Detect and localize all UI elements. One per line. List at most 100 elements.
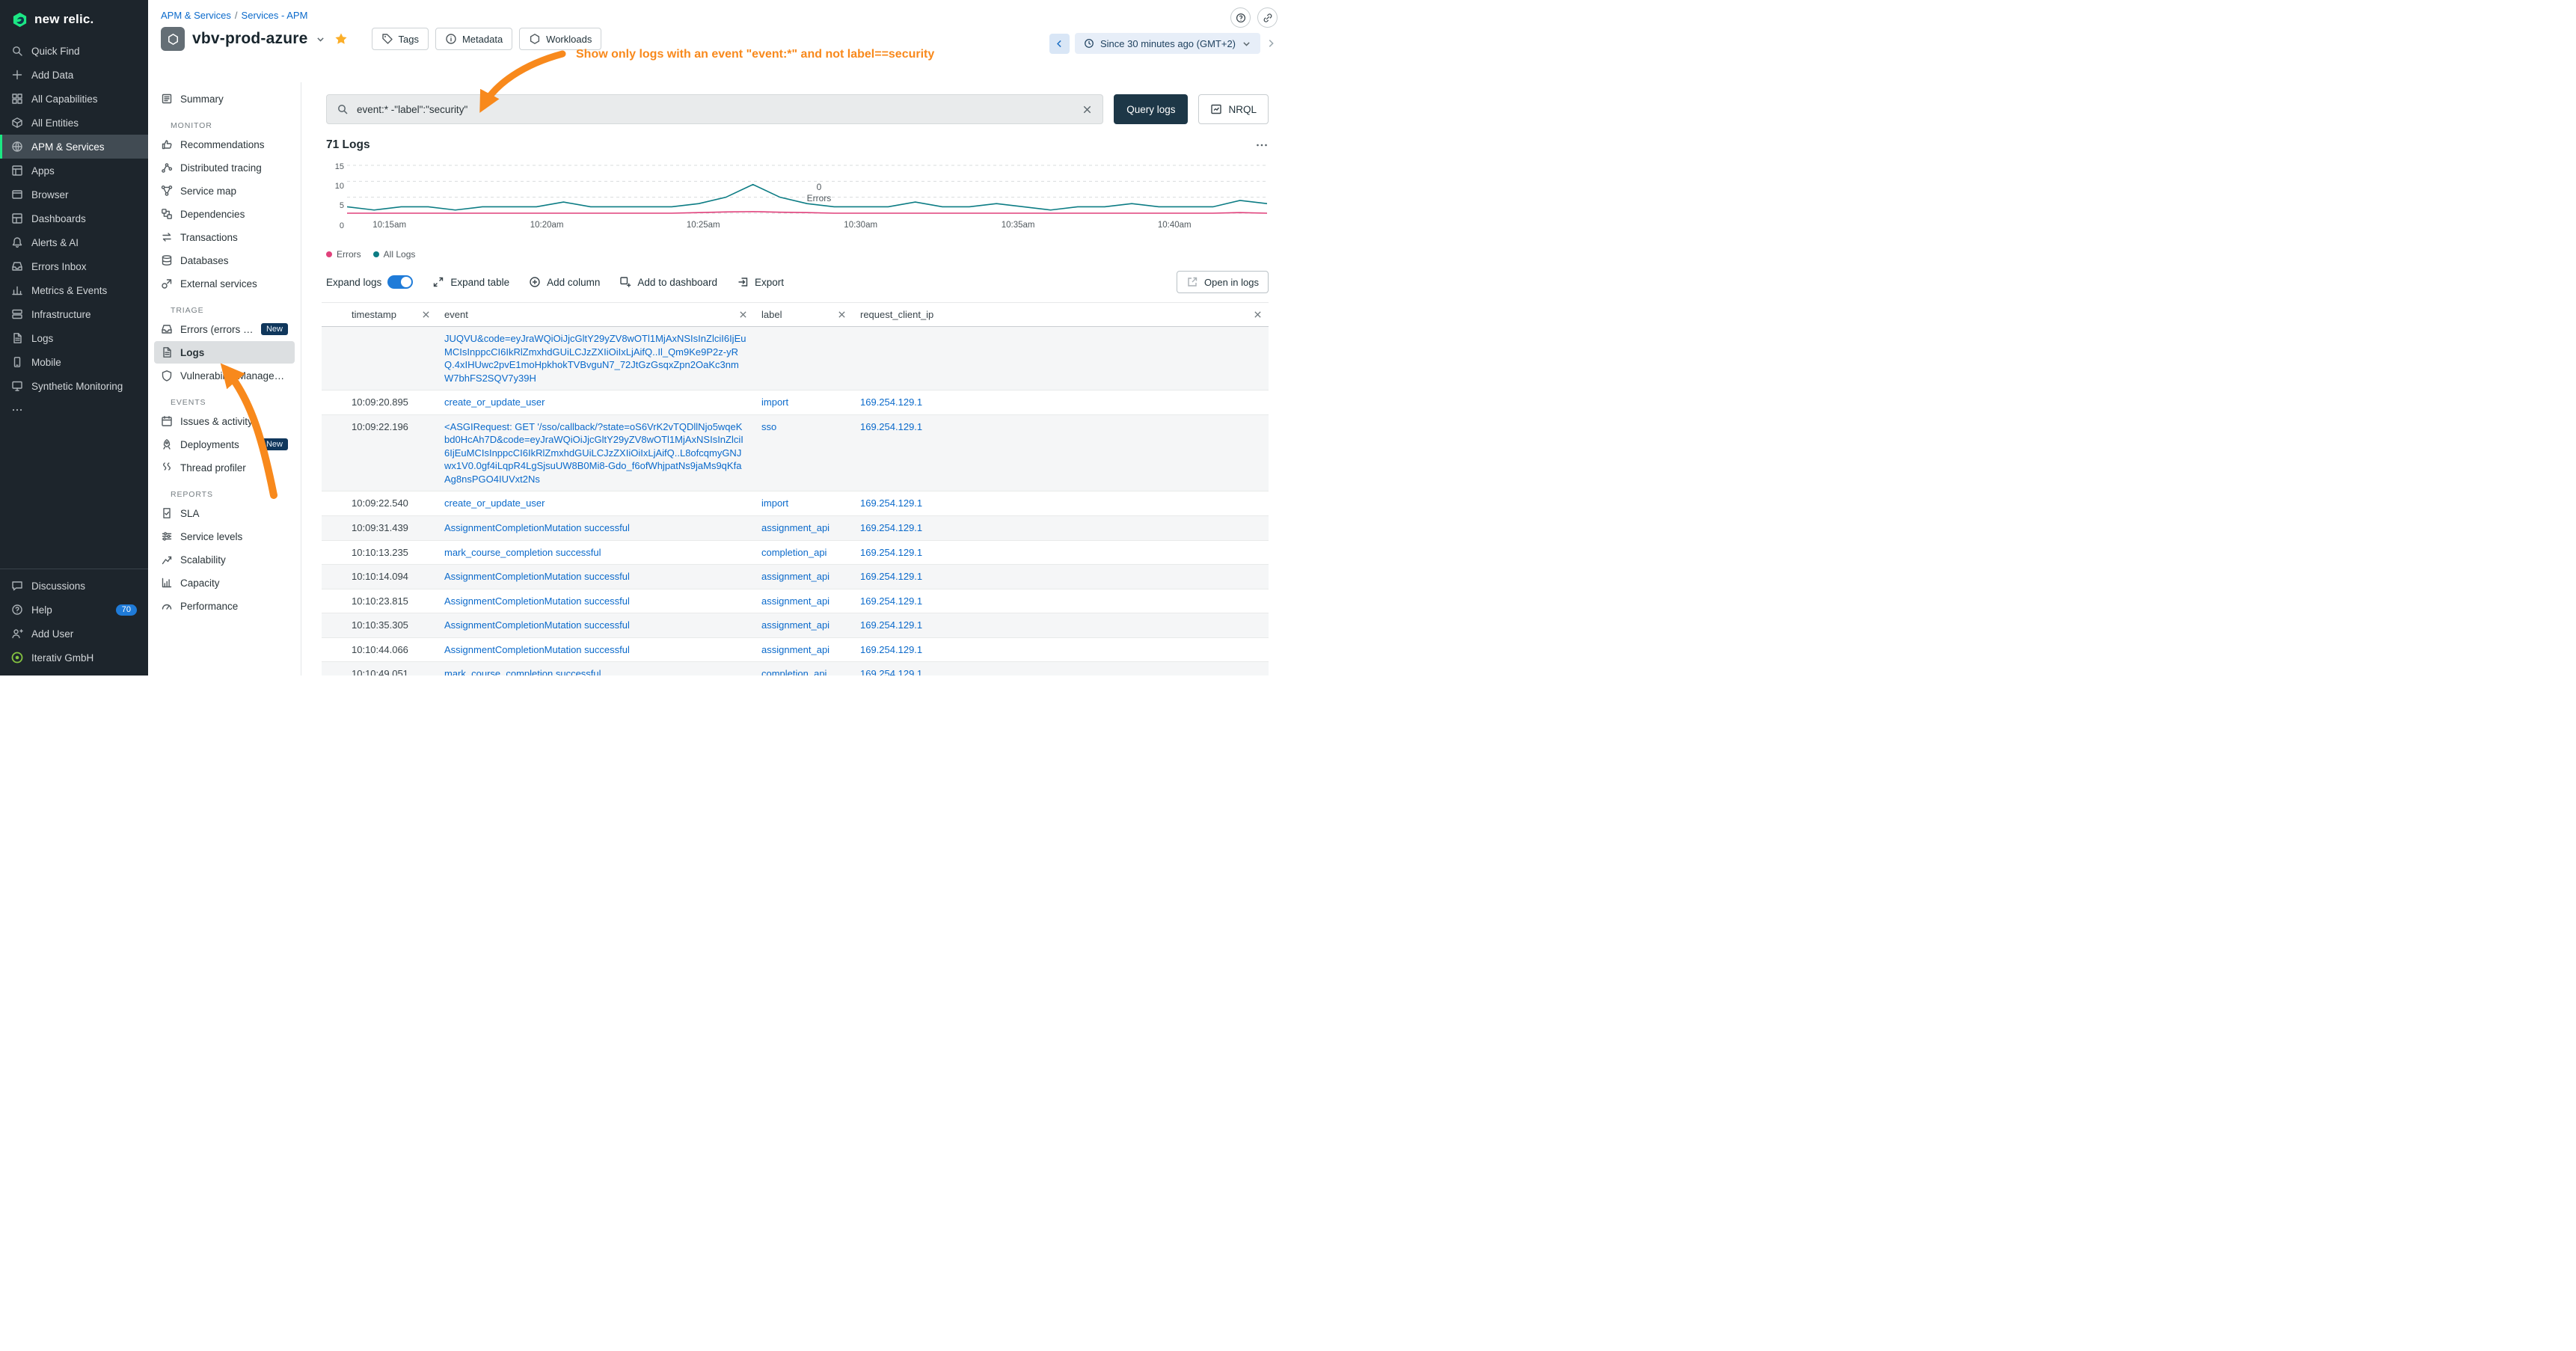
- cell-event[interactable]: AssignmentCompletionMutation successful: [437, 589, 754, 613]
- sidebar-item-add-data[interactable]: Add Data: [0, 63, 148, 87]
- table-row[interactable]: 10:10:14.094AssignmentCompletionMutation…: [322, 565, 1269, 589]
- cell-event[interactable]: create_or_update_user: [437, 390, 754, 414]
- cell-event[interactable]: create_or_update_user: [437, 491, 754, 515]
- sidebar-item-apm-services[interactable]: APM & Services: [0, 135, 148, 159]
- cell-label[interactable]: import: [754, 491, 853, 515]
- entity-nav-item-transactions[interactable]: Transactions: [154, 226, 295, 248]
- sidebar-item-help[interactable]: Help70: [0, 598, 148, 622]
- cell-request-client-ip[interactable]: 169.254.129.1: [853, 589, 1269, 613]
- entity-nav-item-thread-profiler[interactable]: Thread profiler: [154, 456, 295, 479]
- cell-event[interactable]: AssignmentCompletionMutation successful: [437, 565, 754, 589]
- sidebar-item-metrics-events[interactable]: Metrics & Events: [0, 278, 148, 302]
- header-event[interactable]: event: [437, 303, 754, 326]
- cell-event[interactable]: mark_course_completion successful: [437, 541, 754, 565]
- cell-label[interactable]: assignment_api: [754, 565, 853, 589]
- entity-nav-item-dependencies[interactable]: Dependencies: [154, 203, 295, 225]
- entity-nav-item-deployments[interactable]: DeploymentsNew: [154, 433, 295, 456]
- cell-event[interactable]: AssignmentCompletionMutation successful: [437, 638, 754, 662]
- legend-item-all-logs[interactable]: All Logs: [373, 249, 416, 260]
- cell-event[interactable]: JUQVU&code=eyJraWQiOiJjcGltY29yZV8wOTl1M…: [437, 327, 754, 390]
- entity-dropdown-chevron-icon[interactable]: [316, 34, 325, 44]
- cell-request-client-ip[interactable]: 169.254.129.1: [853, 491, 1269, 515]
- table-row[interactable]: 10:10:23.815AssignmentCompletionMutation…: [322, 589, 1269, 614]
- entity-nav-item-recommendations[interactable]: Recommendations: [154, 133, 295, 156]
- row-select-cell[interactable]: [322, 516, 344, 540]
- sidebar-item-mobile[interactable]: Mobile: [0, 350, 148, 374]
- expand-logs-toggle[interactable]: [387, 275, 413, 289]
- table-row[interactable]: 10:10:44.066AssignmentCompletionMutation…: [322, 638, 1269, 663]
- row-select-cell[interactable]: [322, 390, 344, 414]
- brand-logo[interactable]: new relic.: [0, 0, 148, 39]
- entity-nav-item-errors-errors-inb[interactable]: Errors (errors inb...New: [154, 318, 295, 340]
- cell-label[interactable]: assignment_api: [754, 638, 853, 662]
- table-row[interactable]: 10:09:20.895create_or_update_userimport1…: [322, 390, 1269, 415]
- sidebar-item-add-user[interactable]: Add User: [0, 622, 148, 646]
- expand-table-button[interactable]: Expand table: [432, 276, 509, 288]
- entity-nav-item-issues-activity[interactable]: Issues & activity: [154, 410, 295, 432]
- entity-nav-item-service-map[interactable]: Service map: [154, 180, 295, 202]
- breadcrumb-services-apm[interactable]: Services - APM: [242, 10, 308, 21]
- table-row[interactable]: 10:10:49.051mark_course_completion succe…: [322, 662, 1269, 676]
- header-request-client-ip[interactable]: request_client_ip: [853, 303, 1269, 326]
- cell-label[interactable]: sso: [754, 415, 853, 491]
- sidebar-item-more[interactable]: [0, 398, 148, 422]
- row-select-cell[interactable]: [322, 491, 344, 515]
- metadata-button[interactable]: Metadata: [435, 28, 512, 50]
- sidebar-item-infrastructure[interactable]: Infrastructure: [0, 302, 148, 326]
- cell-label[interactable]: assignment_api: [754, 516, 853, 540]
- cell-event[interactable]: <ASGIRequest: GET '/sso/callback/?state=…: [437, 415, 754, 491]
- row-select-cell[interactable]: [322, 565, 344, 589]
- table-row[interactable]: 10:09:22.196<ASGIRequest: GET '/sso/call…: [322, 415, 1269, 492]
- entity-nav-item-databases[interactable]: Databases: [154, 249, 295, 272]
- cell-label[interactable]: import: [754, 390, 853, 414]
- entity-nav-item-capacity[interactable]: Capacity: [154, 572, 295, 594]
- sidebar-item-apps[interactable]: Apps: [0, 159, 148, 183]
- sidebar-item-all-entities[interactable]: All Entities: [0, 111, 148, 135]
- legend-item-errors[interactable]: Errors: [326, 249, 361, 260]
- table-row[interactable]: 10:10:35.305AssignmentCompletionMutation…: [322, 613, 1269, 638]
- cell-label[interactable]: assignment_api: [754, 613, 853, 637]
- cell-request-client-ip[interactable]: [853, 327, 1269, 390]
- entity-nav-item-external-services[interactable]: External services: [154, 272, 295, 295]
- cell-label[interactable]: completion_api: [754, 541, 853, 565]
- remove-request-client-ip-column-icon[interactable]: [1253, 310, 1263, 319]
- entity-nav-item-distributed-tracing[interactable]: Distributed tracing: [154, 156, 295, 179]
- add-to-dashboard-button[interactable]: Add to dashboard: [619, 276, 717, 288]
- table-row[interactable]: 10:10:13.235mark_course_completion succe…: [322, 541, 1269, 566]
- cell-label[interactable]: completion_api: [754, 662, 853, 676]
- open-in-logs-button[interactable]: Open in logs: [1177, 271, 1269, 293]
- sidebar-item-quick-find[interactable]: Quick Find: [0, 39, 148, 63]
- cell-request-client-ip[interactable]: 169.254.129.1: [853, 541, 1269, 565]
- favorite-star-icon[interactable]: [334, 32, 348, 46]
- add-column-button[interactable]: Add column: [529, 276, 600, 288]
- entity-nav-item-logs[interactable]: Logs: [154, 341, 295, 364]
- entity-nav-item-summary[interactable]: Summary: [154, 88, 295, 110]
- remove-timestamp-column-icon[interactable]: [421, 310, 431, 319]
- cell-event[interactable]: mark_course_completion successful: [437, 662, 754, 676]
- cell-label[interactable]: assignment_api: [754, 589, 853, 613]
- more-options-icon[interactable]: [1255, 138, 1269, 152]
- sidebar-item-synthetic-monitoring[interactable]: Synthetic Monitoring: [0, 374, 148, 398]
- export-button[interactable]: Export: [737, 276, 784, 288]
- row-select-cell[interactable]: [322, 613, 344, 637]
- time-forward-button[interactable]: [1266, 38, 1276, 49]
- tags-button[interactable]: Tags: [372, 28, 429, 50]
- query-logs-button[interactable]: Query logs: [1114, 94, 1188, 124]
- entity-nav-item-vulnerability-management[interactable]: Vulnerability Management: [154, 364, 295, 387]
- sidebar-item-all-capabilities[interactable]: All Capabilities: [0, 87, 148, 111]
- sidebar-item-browser[interactable]: Browser: [0, 183, 148, 206]
- remove-event-column-icon[interactable]: [738, 310, 748, 319]
- permalink-button[interactable]: [1257, 7, 1278, 28]
- clear-query-icon[interactable]: [1082, 104, 1093, 115]
- cell-event[interactable]: AssignmentCompletionMutation successful: [437, 613, 754, 637]
- row-select-cell[interactable]: [322, 638, 344, 662]
- table-row[interactable]: JUQVU&code=eyJraWQiOiJjcGltY29yZV8wOTl1M…: [322, 327, 1269, 390]
- sidebar-item-logs[interactable]: Logs: [0, 326, 148, 350]
- time-picker[interactable]: Since 30 minutes ago (GMT+2): [1075, 33, 1260, 54]
- query-input[interactable]: [355, 103, 1075, 116]
- cell-request-client-ip[interactable]: 169.254.129.1: [853, 390, 1269, 414]
- entity-nav-item-service-levels[interactable]: Service levels: [154, 525, 295, 548]
- cell-request-client-ip[interactable]: 169.254.129.1: [853, 638, 1269, 662]
- cell-event[interactable]: AssignmentCompletionMutation successful: [437, 516, 754, 540]
- sidebar-item-iterativ-gmbh[interactable]: Iterativ GmbH: [0, 646, 148, 670]
